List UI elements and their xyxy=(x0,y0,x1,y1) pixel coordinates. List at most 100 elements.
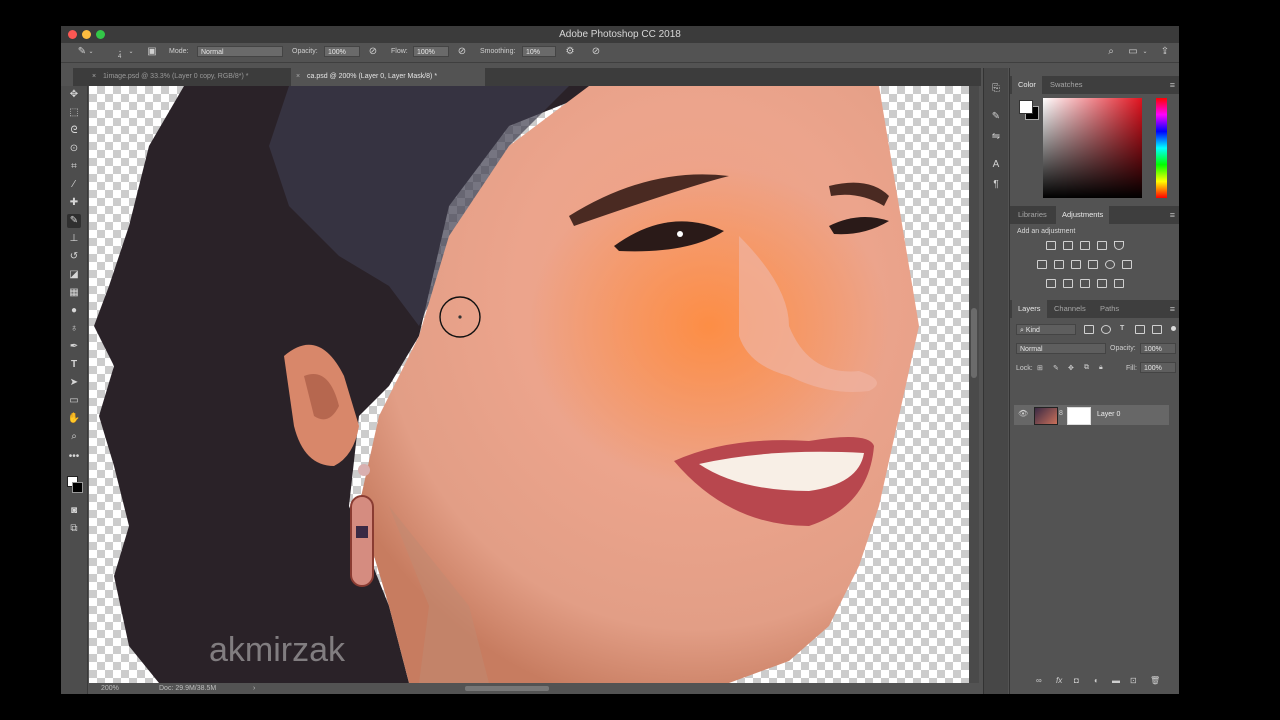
photo-filter-icon[interactable] xyxy=(1088,260,1098,269)
curves-icon[interactable] xyxy=(1080,241,1090,250)
lock-image-icon[interactable]: ✎ xyxy=(1053,364,1059,372)
document-canvas[interactable]: akmirzak xyxy=(89,86,969,683)
color-field[interactable] xyxy=(1043,98,1142,198)
layer-mask-thumbnail[interactable] xyxy=(1067,407,1091,425)
zoom-window-button[interactable] xyxy=(96,30,105,39)
zoom-level[interactable]: 200% xyxy=(101,683,119,694)
crop-tool-icon[interactable]: ⌗ xyxy=(67,160,81,174)
filter-toggle[interactable] xyxy=(1171,326,1176,331)
tab-libraries[interactable]: Libraries xyxy=(1012,206,1053,224)
properties-icon[interactable]: ⇋ xyxy=(989,130,1003,144)
quick-selection-tool-icon[interactable]: ⊙ xyxy=(67,142,81,156)
close-icon[interactable]: × xyxy=(296,68,300,86)
airbrush-icon[interactable]: ⊘ xyxy=(455,45,469,59)
opacity-field[interactable]: 100% xyxy=(324,46,360,57)
tab-paths[interactable]: Paths xyxy=(1094,300,1125,318)
new-layer-icon[interactable]: ⊡ xyxy=(1130,676,1137,685)
pen-tool-icon[interactable]: ✒ xyxy=(67,340,81,354)
lock-transparent-icon[interactable]: ⊞ xyxy=(1037,364,1043,372)
layer-name[interactable]: Layer 0 xyxy=(1097,411,1120,418)
panel-menu-icon[interactable]: ≡ xyxy=(1170,210,1175,220)
color-balance-icon[interactable] xyxy=(1054,260,1064,269)
hue-saturation-icon[interactable] xyxy=(1037,260,1047,269)
exposure-icon[interactable] xyxy=(1097,241,1107,250)
share-icon[interactable]: ⇪ xyxy=(1158,45,1172,59)
hue-slider[interactable] xyxy=(1156,98,1167,198)
new-adjustment-layer-icon[interactable]: ◐ xyxy=(1094,676,1099,685)
search-icon[interactable]: ⌕ xyxy=(1104,45,1118,59)
paragraph-icon[interactable]: ¶ xyxy=(989,178,1003,192)
blur-tool-icon[interactable]: ● xyxy=(67,304,81,318)
blend-mode-select[interactable]: Normal xyxy=(1016,343,1106,354)
lock-all-icon[interactable]: 🔒︎ xyxy=(1099,364,1103,372)
flow-field[interactable]: 100% xyxy=(413,46,449,57)
more-tools-icon[interactable]: ••• xyxy=(67,450,81,464)
chevron-down-icon[interactable]: ⌄ xyxy=(1141,45,1149,59)
minimize-window-button[interactable] xyxy=(82,30,91,39)
character-icon[interactable]: A xyxy=(989,158,1003,172)
lock-artboard-icon[interactable]: ⧉ xyxy=(1084,364,1089,372)
brush-panel-icon[interactable]: ✎ xyxy=(989,110,1003,124)
posterize-icon[interactable] xyxy=(1063,279,1073,288)
brush-settings-icon[interactable]: ▣ xyxy=(145,45,159,59)
eyedropper-tool-icon[interactable]: ⁄ xyxy=(67,178,81,192)
hand-tool-icon[interactable]: ✋ xyxy=(67,412,81,426)
channel-mixer-icon[interactable] xyxy=(1105,260,1115,269)
move-tool-icon[interactable]: ✥ xyxy=(67,88,81,102)
selective-color-icon[interactable] xyxy=(1114,279,1124,288)
gradient-map-icon[interactable] xyxy=(1097,279,1107,288)
tab-channels[interactable]: Channels xyxy=(1048,300,1092,318)
gradient-tool-icon[interactable]: ▦ xyxy=(67,286,81,300)
link-layers-icon[interactable]: ∞ xyxy=(1036,676,1042,685)
layer-row[interactable]: 👁︎ 8 Layer 0 xyxy=(1014,405,1169,425)
clone-stamp-tool-icon[interactable]: ⊥ xyxy=(67,232,81,246)
brush-tool-icon[interactable]: ✎ xyxy=(67,214,81,228)
close-icon[interactable]: × xyxy=(92,68,96,86)
invert-icon[interactable] xyxy=(1046,279,1056,288)
panel-menu-icon[interactable]: ≡ xyxy=(1170,304,1175,314)
workspace-icon[interactable]: ▭ xyxy=(1126,45,1140,59)
fill-field[interactable]: 100% xyxy=(1140,362,1176,373)
history-icon[interactable]: ⎘ xyxy=(989,82,1003,96)
scrollbar-thumb[interactable] xyxy=(971,308,977,378)
zoom-tool-icon[interactable]: ⌕ xyxy=(67,430,81,444)
quick-mask-icon[interactable]: ◙ xyxy=(67,504,81,518)
fg-color-swatch[interactable] xyxy=(1019,100,1033,114)
levels-icon[interactable] xyxy=(1063,241,1073,250)
eraser-tool-icon[interactable]: ◪ xyxy=(67,268,81,282)
background-color-swatch[interactable] xyxy=(72,482,83,493)
chevron-down-icon[interactable]: ⌄ xyxy=(127,45,135,59)
new-group-icon[interactable]: ▬ xyxy=(1112,676,1120,685)
filter-smart-object-icon[interactable] xyxy=(1152,325,1162,334)
lasso-tool-icon[interactable]: ᘓ xyxy=(67,124,81,138)
delete-layer-icon[interactable]: 🗑︎ xyxy=(1150,676,1160,685)
layer-opacity-field[interactable]: 100% xyxy=(1140,343,1176,354)
healing-brush-tool-icon[interactable]: ✚ xyxy=(67,196,81,210)
gear-icon[interactable]: ⚙ xyxy=(563,45,577,59)
mask-link-icon[interactable]: 8 xyxy=(1059,410,1063,417)
status-menu-arrow-icon[interactable]: › xyxy=(253,683,255,694)
dodge-tool-icon[interactable]: ♁ xyxy=(67,322,81,336)
threshold-icon[interactable] xyxy=(1080,279,1090,288)
tab-ca[interactable]: × ca.psd @ 200% (Layer 0, Layer Mask/8) … xyxy=(291,68,485,86)
screen-mode-icon[interactable]: ⧉ xyxy=(67,522,81,536)
pressure-opacity-icon[interactable]: ⊘ xyxy=(366,45,380,59)
vibrance-icon[interactable] xyxy=(1114,241,1124,250)
path-selection-tool-icon[interactable]: ➤ xyxy=(67,376,81,390)
chevron-down-icon[interactable]: ⌄ xyxy=(87,45,95,59)
mode-select[interactable]: Normal xyxy=(197,46,283,57)
filter-pixel-icon[interactable] xyxy=(1084,325,1094,334)
marquee-tool-icon[interactable]: ⬚ xyxy=(67,106,81,120)
history-brush-tool-icon[interactable]: ↺ xyxy=(67,250,81,264)
close-window-button[interactable] xyxy=(68,30,77,39)
tab-adjustments[interactable]: Adjustments xyxy=(1056,206,1110,224)
black-white-icon[interactable] xyxy=(1071,260,1081,269)
filter-adjustment-icon[interactable] xyxy=(1101,325,1111,334)
tab-layers[interactable]: Layers xyxy=(1012,300,1047,318)
tab-swatches[interactable]: Swatches xyxy=(1044,76,1089,94)
color-lookup-icon[interactable] xyxy=(1122,260,1132,269)
tab-color[interactable]: Color xyxy=(1012,76,1042,94)
filter-type-icon[interactable]: T xyxy=(1120,325,1124,332)
brightness-contrast-icon[interactable] xyxy=(1046,241,1056,250)
panel-menu-icon[interactable]: ≡ xyxy=(1170,80,1175,90)
